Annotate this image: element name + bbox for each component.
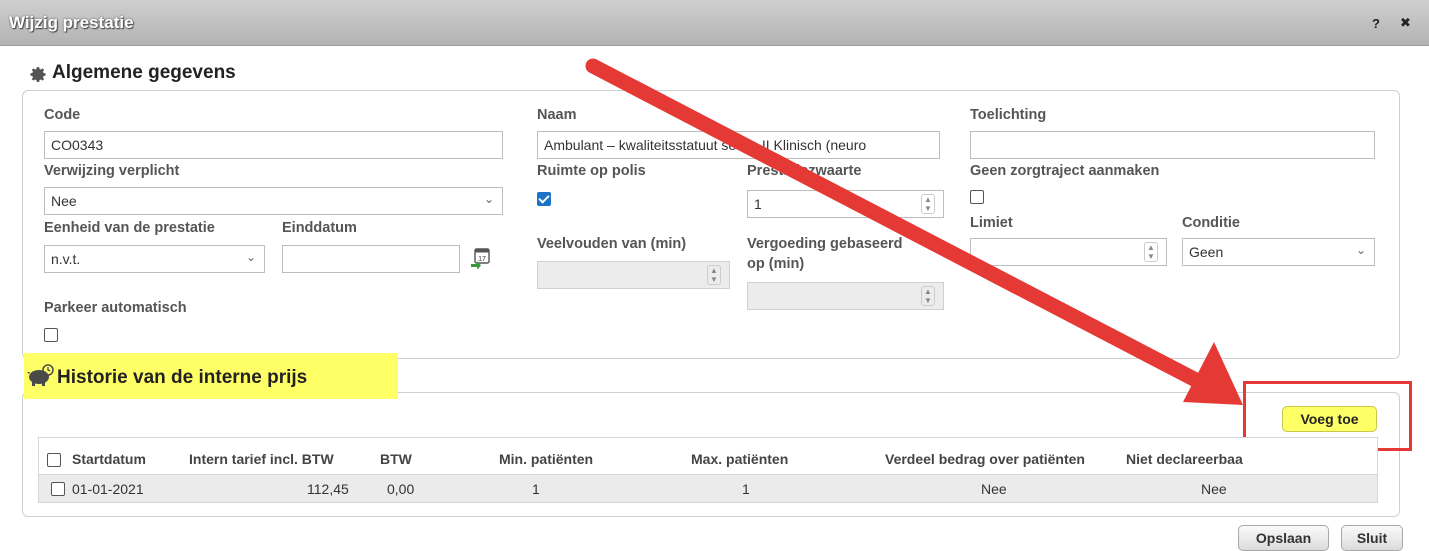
geen-zorgtraject-checkbox[interactable] xyxy=(970,190,984,204)
zwaarte-label: Prestatiezwaarte xyxy=(747,163,862,179)
cell-niet-declareerbaar: Nee xyxy=(1201,481,1227,497)
column-header[interactable]: Min. patiënten xyxy=(499,451,593,467)
einddatum-input[interactable] xyxy=(282,245,460,273)
close-button[interactable]: Sluit xyxy=(1341,525,1403,551)
verwijzing-select[interactable]: Nee ⌄ xyxy=(44,187,503,215)
vergoeding-input: ▲ ▼ xyxy=(747,282,944,310)
column-header[interactable]: BTW xyxy=(380,451,412,467)
spinner-icon[interactable]: ▲ ▼ xyxy=(921,194,935,214)
parkeer-checkbox[interactable] xyxy=(44,328,58,342)
conditie-select[interactable]: Geen ⌄ xyxy=(1182,238,1375,266)
veelvouden-label: Veelvouden van (min) xyxy=(537,236,687,252)
cell-startdatum: 01-01-2021 xyxy=(72,481,144,497)
verwijzing-label: Verwijzing verplicht xyxy=(44,163,180,179)
piggy-bank-icon xyxy=(27,364,54,386)
conditie-label: Conditie xyxy=(1182,215,1240,231)
limiet-label: Limiet xyxy=(970,215,1013,231)
dialog-titlebar: Wijzig prestatie ? ✖ xyxy=(0,0,1429,46)
zwaarte-input[interactable]: 1 ▲ ▼ xyxy=(747,190,944,218)
cell-btw: 0,00 xyxy=(387,481,415,497)
spinner-icon: ▲ ▼ xyxy=(707,265,721,285)
toelichting-label: Toelichting xyxy=(970,107,1047,123)
cell-tarief: 112,45 xyxy=(307,481,349,497)
select-all-checkbox[interactable] xyxy=(47,453,61,467)
naam-input[interactable]: Ambulant – kwaliteitsstatuut sectie II K… xyxy=(537,131,940,159)
vergoeding-label-2: op (min) xyxy=(747,256,805,272)
limiet-input[interactable]: ▲ ▼ xyxy=(970,238,1167,266)
parkeer-label: Parkeer automatisch xyxy=(44,300,187,316)
spinner-icon[interactable]: ▲ ▼ xyxy=(1144,242,1158,262)
toelichting-input[interactable] xyxy=(970,131,1375,159)
chevron-down-icon: ⌄ xyxy=(245,250,256,264)
column-header[interactable]: Startdatum xyxy=(72,451,146,467)
zwaarte-value: 1 xyxy=(754,196,762,212)
geen-zorgtraject-label: Geen zorgtraject aanmaken xyxy=(970,163,1160,179)
eenheid-label: Eenheid van de prestatie xyxy=(44,220,215,236)
column-header[interactable]: Max. patiënten xyxy=(691,451,788,467)
section-title-history: Historie van de interne prijs xyxy=(57,367,308,388)
row-checkbox[interactable] xyxy=(51,482,65,496)
verwijzing-value: Nee xyxy=(51,193,77,209)
section-title-general: Algemene gegevens xyxy=(52,62,236,83)
chevron-down-icon: ⌄ xyxy=(483,192,494,206)
code-label: Code xyxy=(44,107,81,123)
eenheid-value: n.v.t. xyxy=(51,251,81,267)
close-icon[interactable]: ✖ xyxy=(1400,15,1411,31)
column-header[interactable]: Intern tarief incl. BTW xyxy=(189,451,334,467)
cell-max-patienten: 1 xyxy=(742,481,750,497)
cell-verdeel: Nee xyxy=(981,481,1007,497)
veelvouden-input: ▲ ▼ xyxy=(537,261,730,289)
help-button[interactable]: ? xyxy=(1372,16,1380,31)
column-header[interactable]: Niet declareerbaa xyxy=(1126,451,1286,467)
conditie-value: Geen xyxy=(1189,244,1224,260)
column-header[interactable]: Verdeel bedrag over patiënten xyxy=(885,451,1085,467)
save-button[interactable]: Opslaan xyxy=(1238,525,1329,551)
chevron-down-icon: ⌄ xyxy=(1355,243,1366,257)
table-row[interactable]: 01-01-2021 112,45 0,00 1 1 Nee Nee xyxy=(38,475,1378,503)
gear-icon xyxy=(30,67,46,83)
svg-text:17: 17 xyxy=(478,256,486,263)
dialog-title: Wijzig prestatie xyxy=(9,13,134,32)
naam-label: Naam xyxy=(537,107,577,123)
eenheid-select[interactable]: n.v.t. ⌄ xyxy=(44,245,265,273)
table-header: Startdatum Intern tarief incl. BTW BTW M… xyxy=(38,437,1378,475)
calendar-icon[interactable]: 17 xyxy=(469,247,491,269)
vergoeding-label-1: Vergoeding gebaseerd xyxy=(747,236,903,252)
cell-min-patienten: 1 xyxy=(532,481,540,497)
ruimte-checkbox[interactable] xyxy=(537,192,551,206)
einddatum-label: Einddatum xyxy=(282,220,357,236)
code-input[interactable]: CO0343 xyxy=(44,131,503,159)
spinner-icon: ▲ ▼ xyxy=(921,286,935,306)
ruimte-label: Ruimte op polis xyxy=(537,163,646,179)
